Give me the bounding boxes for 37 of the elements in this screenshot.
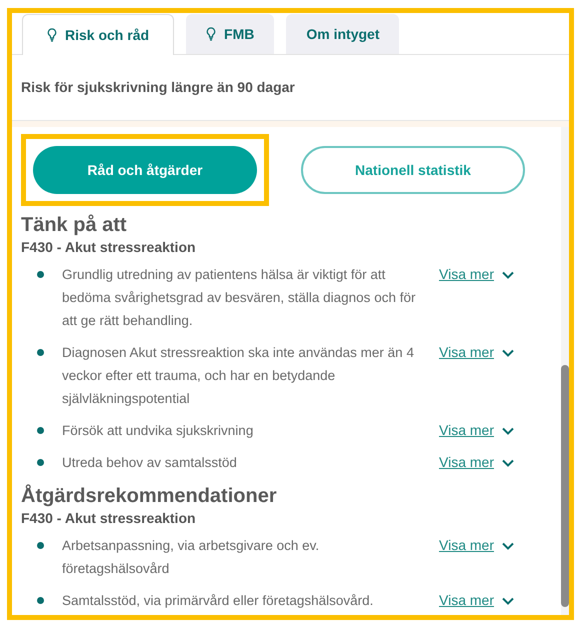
tab[interactable]: Om intyget bbox=[286, 14, 400, 54]
advice-text: Grundlig utredning av patientens hälsa är viktigt för att bedöma svårighetsgrad av besvären, ställa diagnos och för att ge rätt behandling. bbox=[62, 266, 416, 330]
toggle-button[interactable]: Nationell statistik bbox=[301, 146, 525, 194]
chevron-down-icon bbox=[502, 542, 514, 550]
tab[interactable]: FMB bbox=[186, 14, 274, 54]
chevron-down-icon bbox=[502, 270, 514, 278]
section-heading: Åtgärdsrekommendationer bbox=[21, 484, 278, 508]
show-more-link[interactable]: Visa mer bbox=[439, 589, 514, 612]
chevron-down-icon bbox=[502, 426, 514, 434]
chevron-down-icon bbox=[502, 348, 514, 356]
advice-text: Samtalsstöd, via primärvård eller företagshälsovård. bbox=[62, 592, 374, 610]
bullet-icon bbox=[37, 459, 44, 466]
advice-text: Försök att undvika sjukskrivning bbox=[62, 422, 254, 440]
bullet-icon bbox=[37, 427, 44, 434]
chevron-down-icon bbox=[502, 458, 514, 466]
advice-text: Arbetsanpassning, via arbetsgivare och ev. företagshälsovård bbox=[62, 537, 320, 578]
section-heading: Tänk på att bbox=[21, 213, 128, 237]
diagnosis-label: F430 - Akut stressreaktion bbox=[21, 238, 197, 257]
bullet-icon bbox=[37, 597, 44, 604]
toggle-button[interactable]: Råd och åtgärder bbox=[33, 146, 257, 194]
scrollbar[interactable] bbox=[561, 127, 569, 615]
advice-text: Diagnosen Akut stressreaktion ska inte användas mer än 4 veckor efter ett trauma, och har en betydande självläkningspotential bbox=[62, 344, 415, 408]
show-more-link[interactable]: Visa mer bbox=[439, 534, 514, 557]
tab[interactable]: Risk och råd bbox=[22, 14, 174, 55]
diagnosis-label: F430 - Akut stressreaktion bbox=[21, 509, 197, 528]
chevron-down-icon bbox=[502, 596, 514, 604]
show-more-link[interactable]: Visa mer bbox=[439, 263, 514, 286]
bullet-icon bbox=[37, 349, 44, 356]
lightbulb-icon bbox=[206, 27, 216, 41]
bullet-icon bbox=[37, 271, 44, 278]
advice-text: Utreda behov av samtalsstöd bbox=[62, 454, 238, 472]
lightbulb-icon bbox=[47, 28, 57, 42]
risk-heading: Risk för sjukskrivning längre än 90 dagar bbox=[21, 78, 295, 97]
show-more-link[interactable]: Visa mer bbox=[439, 341, 514, 364]
show-more-link[interactable]: Visa mer bbox=[439, 451, 514, 474]
show-more-link[interactable]: Visa mer bbox=[439, 419, 514, 442]
bullet-icon bbox=[37, 542, 44, 549]
